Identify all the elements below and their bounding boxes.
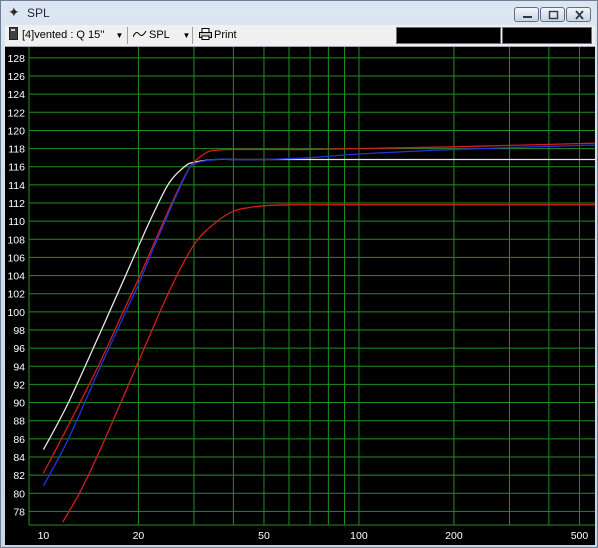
window-title: SPL [27,6,50,20]
readout-box [396,27,501,44]
spl-chart[interactable]: 78 80 82 84 86 88 90 92 94 96 98 100 102 104 106 108 110… [5,47,595,545]
x-tick-label: 10 [38,530,50,542]
y-tick-label: 100 [7,307,25,319]
project-selector-label: [4]vented : Q 15'' [22,29,105,41]
spl-curve-3 [42,144,595,487]
minimize-icon [523,16,532,18]
chart-canvas[interactable]: 78 80 82 84 86 88 90 92 94 96 98 100 102 104 106 108 110… [5,47,595,545]
y-tick-label: 106 [7,252,25,264]
x-tick-label: 50 [258,530,270,542]
x-tick-label: 100 [350,530,368,542]
y-tick-label: 118 [8,144,25,156]
print-button[interactable]: Print [199,27,237,44]
y-tick-label: 78 [13,506,25,518]
x-tick-label: 20 [133,530,145,542]
graph-selector[interactable]: SPL ▼ [132,27,191,44]
title-bar[interactable]: ✦ SPL [1,1,597,25]
y-tick-label: 104 [7,271,25,283]
y-tick-label: 112 [8,198,25,210]
y-tick-label: 92 [13,379,25,391]
printer-icon [199,28,212,40]
y-tick-label: 94 [13,361,25,373]
y-tick-label: 110 [8,216,25,228]
close-button[interactable] [566,7,591,22]
project-selector[interactable]: [4]vented : Q 15'' ▼ [9,27,123,44]
spl-window: ✦ SPL [4]vented : Q 15'' ▼ SPL ▼ Print 7… [0,0,598,548]
x-tick-label: 500 [571,530,589,542]
y-tick-label: 124 [7,89,25,101]
y-tick-label: 116 [8,162,25,174]
y-tick-label: 84 [13,452,25,464]
toolbar-divider [127,27,128,44]
y-tick-label: 96 [13,343,25,355]
graph-selector-label: SPL [149,29,170,41]
readout-box [502,27,592,44]
chevron-down-icon: ▼ [115,31,124,40]
y-tick-label: 98 [13,325,25,337]
y-tick-label: 126 [7,71,25,83]
document-icon [9,27,18,40]
y-tick-label: 114 [8,180,25,192]
restore-icon [548,10,559,20]
toolbar: [4]vented : Q 15'' ▼ SPL ▼ Print [5,25,595,47]
response-curve-icon [132,30,147,38]
y-tick-label: 90 [13,398,25,410]
y-tick-label: 86 [13,434,25,446]
x-tick-label: 200 [445,530,463,542]
y-tick-label: 120 [7,125,25,137]
print-label: Print [214,29,237,41]
y-tick-label: 102 [7,289,25,301]
y-tick-label: 80 [13,488,25,500]
y-tick-label: 82 [13,470,25,482]
y-tick-label: 108 [7,234,25,246]
y-tick-label: 128 [7,53,25,65]
y-tick-label: 122 [7,107,25,119]
minimize-button[interactable] [514,7,539,22]
restore-button[interactable] [540,7,565,22]
close-icon [575,10,584,20]
toolbar-divider [192,27,193,44]
y-tick-label: 88 [13,416,25,428]
chevron-down-icon: ▼ [182,31,191,40]
crosshair-icon: ✦ [8,4,20,20]
spl-curve-2 [42,142,595,474]
